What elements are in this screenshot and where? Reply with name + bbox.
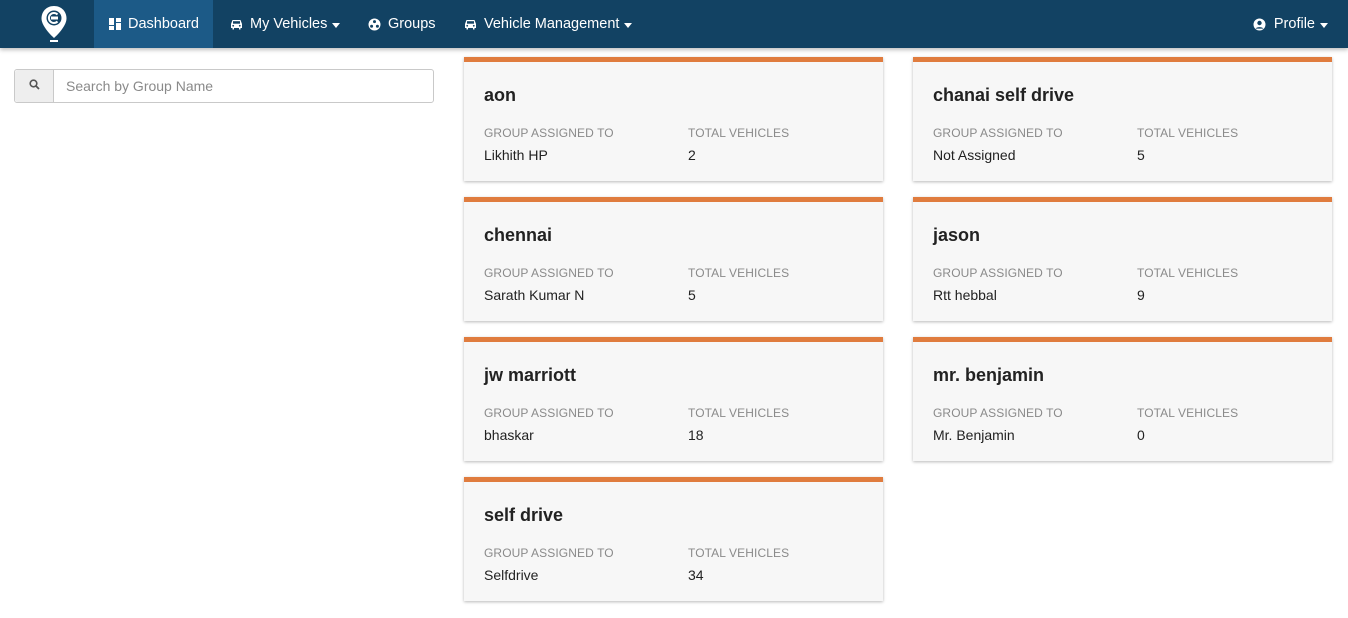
total-vehicles-value: 34 xyxy=(688,567,704,583)
total-vehicles-value: 0 xyxy=(1137,427,1145,443)
total-vehicles-value: 5 xyxy=(688,287,696,303)
total-vehicles-label: TOTAL VEHICLES xyxy=(1137,126,1239,140)
group-assigned-label: GROUP ASSIGNED TO xyxy=(933,126,1063,140)
group-card-aon[interactable]: aon GROUP ASSIGNED TO TOTAL VEHICLES Lik… xyxy=(464,57,883,181)
group-assigned-label: GROUP ASSIGNED TO xyxy=(484,126,614,140)
group-name: jason xyxy=(933,225,981,245)
search-button[interactable] xyxy=(15,70,54,102)
total-vehicles-value: 5 xyxy=(1137,147,1145,163)
total-vehicles-label: TOTAL VEHICLES xyxy=(1137,406,1239,420)
group-assigned-label: GROUP ASSIGNED TO xyxy=(933,266,1063,280)
car-icon xyxy=(463,17,477,31)
nav-vehicle-management[interactable]: Vehicle Management xyxy=(448,0,647,48)
group-card-mr-benjamin[interactable]: mr. benjamin GROUP ASSIGNED TO TOTAL VEH… xyxy=(913,337,1332,461)
group-assigned-value: Selfdrive xyxy=(484,567,539,583)
total-vehicles-label: TOTAL VEHICLES xyxy=(688,266,790,280)
user-circle-icon xyxy=(1253,17,1267,31)
nav-dashboard[interactable]: Dashboard xyxy=(94,0,213,48)
nav-my-vehicles-label: My Vehicles xyxy=(250,16,328,32)
group-assigned-label: GROUP ASSIGNED TO xyxy=(484,406,614,420)
chevron-down-icon xyxy=(332,22,341,28)
group-assigned-label: GROUP ASSIGNED TO xyxy=(484,266,614,280)
car-icon xyxy=(229,17,243,31)
chevron-down-icon xyxy=(1320,22,1328,28)
nav-vehicle-management-label: Vehicle Management xyxy=(484,16,620,32)
group-assigned-value: Rtt hebbal xyxy=(933,287,997,303)
group-name: self drive xyxy=(484,505,564,525)
nav-my-vehicles[interactable]: My Vehicles xyxy=(214,0,355,48)
search-input[interactable] xyxy=(54,70,433,102)
groups-icon xyxy=(367,17,381,31)
group-assigned-value: Mr. Benjamin xyxy=(933,427,1015,443)
group-assigned-label: GROUP ASSIGNED TO xyxy=(933,406,1063,420)
group-name: mr. benjamin xyxy=(933,365,1045,385)
total-vehicles-label: TOTAL VEHICLES xyxy=(1137,266,1239,280)
chevron-down-icon xyxy=(624,22,633,28)
group-name: chanai self drive xyxy=(933,85,1075,105)
total-vehicles-label: TOTAL VEHICLES xyxy=(688,126,790,140)
group-assigned-value: Not Assigned xyxy=(933,147,1016,163)
top-navbar: Dashboard My Vehicles Groups Vehicle Man… xyxy=(0,0,1348,48)
total-vehicles-value: 18 xyxy=(688,427,704,443)
nav-profile[interactable]: Profile xyxy=(1238,0,1343,48)
group-assigned-value: Likhith HP xyxy=(484,147,548,163)
nav-groups[interactable]: Groups xyxy=(352,0,451,48)
group-name: jw marriott xyxy=(484,365,577,385)
group-assigned-value: Sarath Kumar N xyxy=(484,287,585,303)
app-logo-icon[interactable] xyxy=(40,5,68,43)
group-card-self-drive[interactable]: self drive GROUP ASSIGNED TO TOTAL VEHIC… xyxy=(464,477,883,601)
group-card-chennai[interactable]: chennai GROUP ASSIGNED TO TOTAL VEHICLES… xyxy=(464,197,883,321)
group-search xyxy=(14,69,434,103)
nav-dashboard-label: Dashboard xyxy=(128,16,199,32)
group-name: aon xyxy=(484,85,517,105)
search-icon xyxy=(28,77,40,95)
total-vehicles-value: 9 xyxy=(1137,287,1145,303)
group-card-jw-marriott[interactable]: jw marriott GROUP ASSIGNED TO TOTAL VEHI… xyxy=(464,337,883,461)
dashboard-icon xyxy=(109,17,121,31)
group-card-jason[interactable]: jason GROUP ASSIGNED TO TOTAL VEHICLES R… xyxy=(913,197,1332,321)
nav-groups-label: Groups xyxy=(388,16,436,32)
total-vehicles-label: TOTAL VEHICLES xyxy=(688,546,790,560)
group-name: chennai xyxy=(484,225,553,245)
total-vehicles-label: TOTAL VEHICLES xyxy=(688,406,790,420)
group-assigned-value: bhaskar xyxy=(484,427,534,443)
total-vehicles-value: 2 xyxy=(688,147,696,163)
group-card-chanai-self-drive[interactable]: chanai self drive GROUP ASSIGNED TO TOTA… xyxy=(913,57,1332,181)
group-assigned-label: GROUP ASSIGNED TO xyxy=(484,546,614,560)
nav-profile-label: Profile xyxy=(1273,16,1315,32)
